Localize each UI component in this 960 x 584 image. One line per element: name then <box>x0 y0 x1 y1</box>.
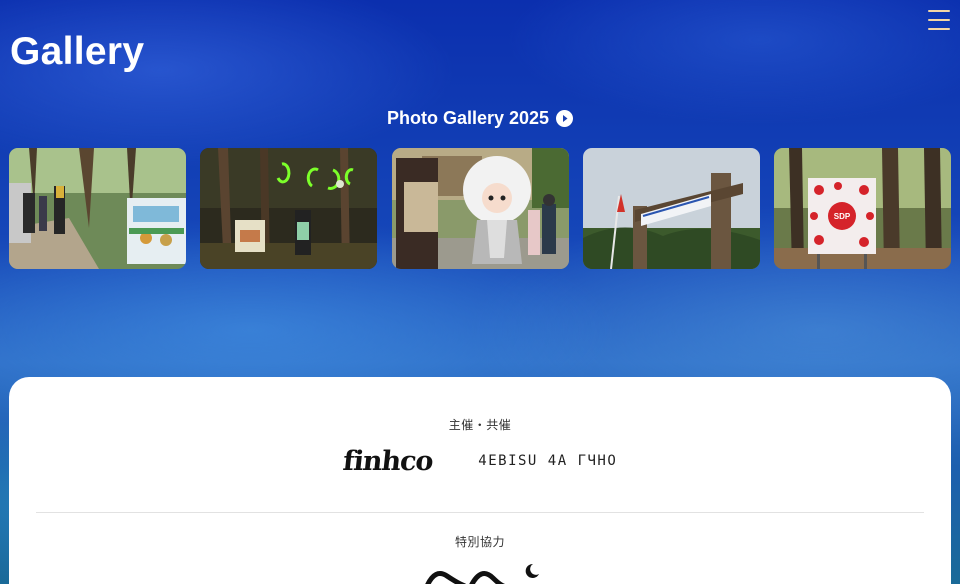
special-cooperation-label: 特別協力 <box>454 535 505 549</box>
partner-logo[interactable] <box>425 562 545 584</box>
photo-strip: SDP <box>9 148 951 269</box>
sign-text: SDP <box>834 212 851 221</box>
finhco-logo[interactable]: finhco <box>341 446 434 477</box>
organizer-logos: finhco 4EBISU 4A ГЧНО <box>9 441 951 481</box>
gallery-photo-4[interactable] <box>582 148 760 269</box>
play-arrow-icon <box>556 110 574 127</box>
gallery-photo-2[interactable] <box>200 148 378 269</box>
secondary-logo[interactable]: 4EBISU 4A ГЧНО <box>478 453 617 469</box>
divider <box>36 512 924 513</box>
page-title: Gallery <box>10 30 145 73</box>
sponsor-card: 主催・共催 finhco 4EBISU 4A ГЧНО 特別協力 <box>9 377 951 584</box>
photo-gallery-link[interactable]: Photo Gallery 2025 <box>0 108 960 129</box>
gallery-photo-3[interactable] <box>391 148 569 269</box>
gallery-photo-1[interactable] <box>9 148 186 269</box>
gallery-photo-5[interactable]: SDP <box>774 148 951 269</box>
menu-bar <box>928 19 950 21</box>
menu-bar <box>928 10 950 12</box>
menu-bar <box>928 28 950 30</box>
photo-gallery-label: Photo Gallery 2025 <box>386 108 550 128</box>
hamburger-menu-button[interactable] <box>928 10 950 30</box>
organizer-label: 主催・共催 <box>448 418 512 432</box>
